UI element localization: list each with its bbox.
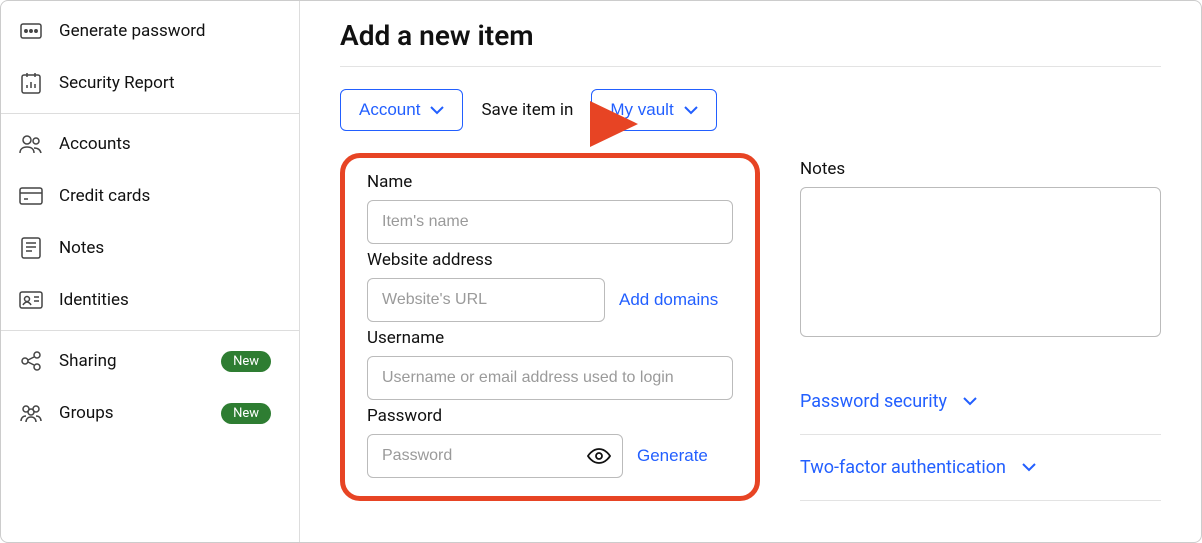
sidebar-label: Identities <box>59 290 129 310</box>
add-domains-link[interactable]: Add domains <box>619 290 718 310</box>
sidebar-label: Sharing <box>59 351 117 371</box>
dropdown-label: Account <box>359 100 420 120</box>
sidebar-label: Credit cards <box>59 186 150 206</box>
right-column: Notes Password security Two-factor authe… <box>800 153 1161 501</box>
report-icon <box>19 71 43 95</box>
expander-label: Password security <box>800 391 947 412</box>
username-input[interactable] <box>367 356 733 400</box>
sidebar-item-notes[interactable]: Notes <box>1 222 299 274</box>
sidebar-item-security-report[interactable]: Security Report <box>1 57 299 109</box>
page-title: Add a new item <box>340 19 1161 52</box>
username-field-label: Username <box>367 328 733 348</box>
sidebar-item-identities[interactable]: Identities <box>1 274 299 326</box>
sidebar-item-groups[interactable]: Groups New <box>1 387 299 439</box>
generate-password-link[interactable]: Generate <box>637 446 708 466</box>
website-input[interactable] <box>367 278 605 322</box>
dropdown-row: Account Save item in My vault <box>340 89 1161 131</box>
main-content: Add a new item Account Save item in My v… <box>300 1 1201 542</box>
password-input[interactable] <box>367 434 623 478</box>
notes-label: Notes <box>800 159 1161 179</box>
chevron-down-icon <box>430 106 444 115</box>
people-icon <box>19 132 43 156</box>
chevron-down-icon <box>1022 463 1036 472</box>
sidebar-label: Notes <box>59 238 104 258</box>
sidebar: Generate password Security Report Accoun… <box>1 1 300 542</box>
two-factor-expander[interactable]: Two-factor authentication <box>800 435 1161 501</box>
share-icon <box>19 349 43 373</box>
sidebar-section-categories: Accounts Credit cards Notes Identities <box>1 114 299 331</box>
sidebar-item-sharing[interactable]: Sharing New <box>1 335 299 387</box>
website-field-label: Website address <box>367 250 733 270</box>
divider <box>340 66 1161 67</box>
sidebar-item-accounts[interactable]: Accounts <box>1 118 299 170</box>
group-icon <box>19 401 43 425</box>
sidebar-label: Security Report <box>59 73 175 93</box>
new-badge: New <box>221 403 271 424</box>
eye-icon[interactable] <box>587 448 611 464</box>
sidebar-label: Groups <box>59 403 114 423</box>
credit-card-icon <box>19 184 43 208</box>
new-badge: New <box>221 351 271 372</box>
chevron-down-icon <box>684 106 698 115</box>
id-card-icon <box>19 288 43 312</box>
name-input[interactable] <box>367 200 733 244</box>
highlighted-form: Name Website address Add domains Usernam… <box>340 153 760 501</box>
chevron-down-icon <box>963 397 977 406</box>
password-field-label: Password <box>367 406 733 426</box>
expander-label: Two-factor authentication <box>800 457 1006 478</box>
save-in-label: Save item in <box>481 100 573 120</box>
sidebar-section-collab: Sharing New Groups New <box>1 331 299 443</box>
vault-dropdown[interactable]: My vault <box>591 89 716 131</box>
sidebar-label: Accounts <box>59 134 131 154</box>
password-dots-icon <box>19 19 43 43</box>
sidebar-item-generate-password[interactable]: Generate password <box>1 5 299 57</box>
sidebar-item-credit-cards[interactable]: Credit cards <box>1 170 299 222</box>
dropdown-label: My vault <box>610 100 673 120</box>
sidebar-label: Generate password <box>59 21 205 41</box>
password-security-expander[interactable]: Password security <box>800 369 1161 435</box>
sidebar-section-tools: Generate password Security Report <box>1 1 299 114</box>
notes-textarea[interactable] <box>800 187 1161 337</box>
note-icon <box>19 236 43 260</box>
account-type-dropdown[interactable]: Account <box>340 89 463 131</box>
name-field-label: Name <box>367 172 733 192</box>
